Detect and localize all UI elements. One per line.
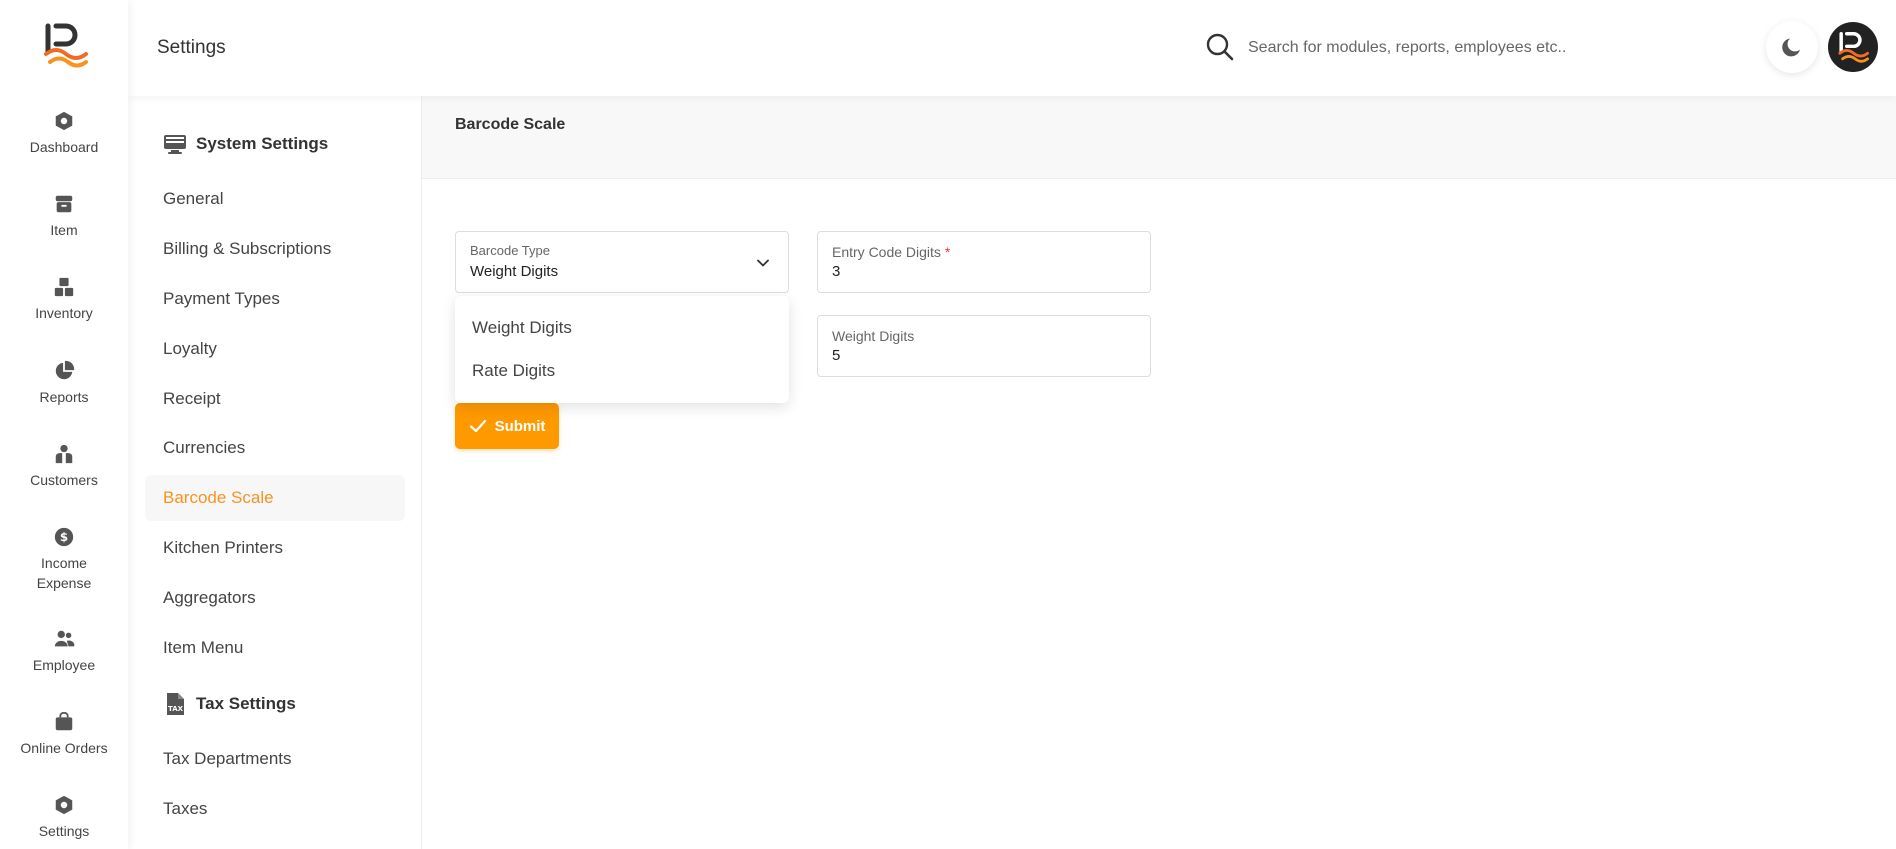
rail-label: Dashboard	[29, 139, 99, 155]
tax-document-icon: TAX	[167, 693, 184, 715]
rail-label: Inventory	[35, 305, 93, 321]
rail-item-reports[interactable]: Reports	[0, 360, 128, 407]
svg-text:$: $	[60, 530, 68, 544]
rail-label: Customers	[30, 472, 98, 488]
main-content: Barcode Scale	[422, 96, 1896, 849]
submenu-item-item-menu[interactable]: Item Menu	[145, 625, 405, 671]
rail-item-dashboard[interactable]: Dashboard	[0, 110, 128, 157]
submenu-item-kitchen-printers[interactable]: Kitchen Printers	[145, 525, 405, 571]
page-title: Settings	[157, 37, 226, 58]
section-title: System Settings	[196, 134, 329, 153]
tax-settings-section: TAX Tax Settings	[163, 692, 296, 716]
rail-label: Expense	[36, 575, 92, 591]
rail-item-inventory[interactable]: Inventory	[0, 276, 128, 323]
rail-label: Item	[50, 222, 78, 238]
required-mark: *	[944, 244, 951, 260]
top-header: Settings	[128, 0, 1896, 96]
dropdown-option-weight-digits[interactable]: Weight Digits	[472, 318, 572, 338]
submit-button[interactable]: Submit	[455, 403, 559, 449]
field-value: Weight Digits	[470, 263, 559, 280]
boxes-icon	[54, 277, 74, 297]
section-title: Tax Settings	[196, 694, 296, 713]
avatar[interactable]	[1828, 22, 1878, 72]
entry-code-label: Entry Code Digits	[832, 244, 941, 260]
dashboard-icon	[55, 111, 73, 131]
submenu-item-barcode-scale[interactable]: Barcode Scale	[145, 475, 405, 521]
left-rail: Dashboard Item Inventory Reports Custome…	[0, 0, 128, 849]
chevron-down-icon	[757, 259, 769, 267]
check-icon	[469, 419, 486, 433]
submit-label: Submit	[494, 417, 546, 435]
field-value: 3	[832, 263, 841, 280]
submenu-item-loyalty[interactable]: Loyalty	[145, 326, 405, 372]
svg-text:TAX: TAX	[168, 705, 184, 713]
moon-icon	[1782, 38, 1800, 57]
content-header: Barcode Scale	[422, 96, 1896, 179]
settings-submenu: System Settings General Billing & Subscr…	[128, 96, 422, 849]
rail-label: Reports	[39, 389, 89, 405]
barcode-type-dropdown: Weight Digits Rate Digits	[455, 296, 789, 403]
theme-toggle-button[interactable]	[1766, 21, 1818, 73]
monitor-icon	[164, 135, 186, 154]
field-value: 5	[832, 347, 841, 364]
rail-item-income-expense[interactable]: $ Income Expense	[0, 526, 128, 593]
submenu-item-aggregators[interactable]: Aggregators	[145, 575, 405, 621]
rail-item-item[interactable]: Item	[0, 193, 128, 240]
rail-label: Online Orders	[20, 740, 108, 756]
search-input[interactable]	[1248, 32, 1668, 64]
rail-item-online-orders[interactable]: Online Orders	[0, 711, 128, 758]
submenu-item-payment-types[interactable]: Payment Types	[145, 276, 405, 322]
system-settings-section: System Settings	[163, 132, 328, 156]
submenu-item-billing[interactable]: Billing & Subscriptions	[145, 226, 405, 272]
field-label: Entry Code Digits *	[832, 244, 950, 260]
submenu-item-receipt[interactable]: Receipt	[145, 376, 405, 422]
settings-icon	[55, 795, 73, 815]
dollar-icon: $	[54, 527, 74, 547]
search-icon[interactable]	[1205, 32, 1235, 62]
bag-icon	[55, 711, 73, 731]
app-logo-icon[interactable]	[42, 22, 88, 68]
rail-item-customers[interactable]: Customers	[0, 443, 128, 490]
section-heading: Barcode Scale	[455, 116, 566, 133]
submenu-item-tax-departments[interactable]: Tax Departments	[145, 736, 405, 782]
entry-code-digits-field[interactable]: Entry Code Digits * 3	[817, 231, 1151, 293]
rail-item-settings[interactable]: Settings	[0, 794, 128, 841]
rail-label: Settings	[38, 823, 90, 839]
submenu-item-taxes[interactable]: Taxes	[145, 786, 405, 832]
field-label: Barcode Type	[470, 243, 550, 258]
submenu-item-currencies[interactable]: Currencies	[145, 425, 405, 471]
user-logo-icon	[1838, 32, 1869, 63]
barcode-type-select[interactable]: Barcode Type Weight Digits	[455, 231, 789, 293]
dropdown-option-rate-digits[interactable]: Rate Digits	[472, 361, 555, 381]
submenu-item-general[interactable]: General	[145, 176, 405, 222]
customers-icon	[55, 444, 73, 464]
rail-label: Employee	[32, 657, 96, 673]
users-icon	[54, 630, 75, 647]
pie-chart-icon	[55, 360, 75, 380]
archive-icon	[55, 195, 73, 213]
field-label: Weight Digits	[832, 328, 915, 344]
rail-item-employee[interactable]: Employee	[0, 628, 128, 675]
rail-label: Income	[41, 555, 87, 571]
weight-digits-field[interactable]: Weight Digits 5	[817, 315, 1151, 377]
